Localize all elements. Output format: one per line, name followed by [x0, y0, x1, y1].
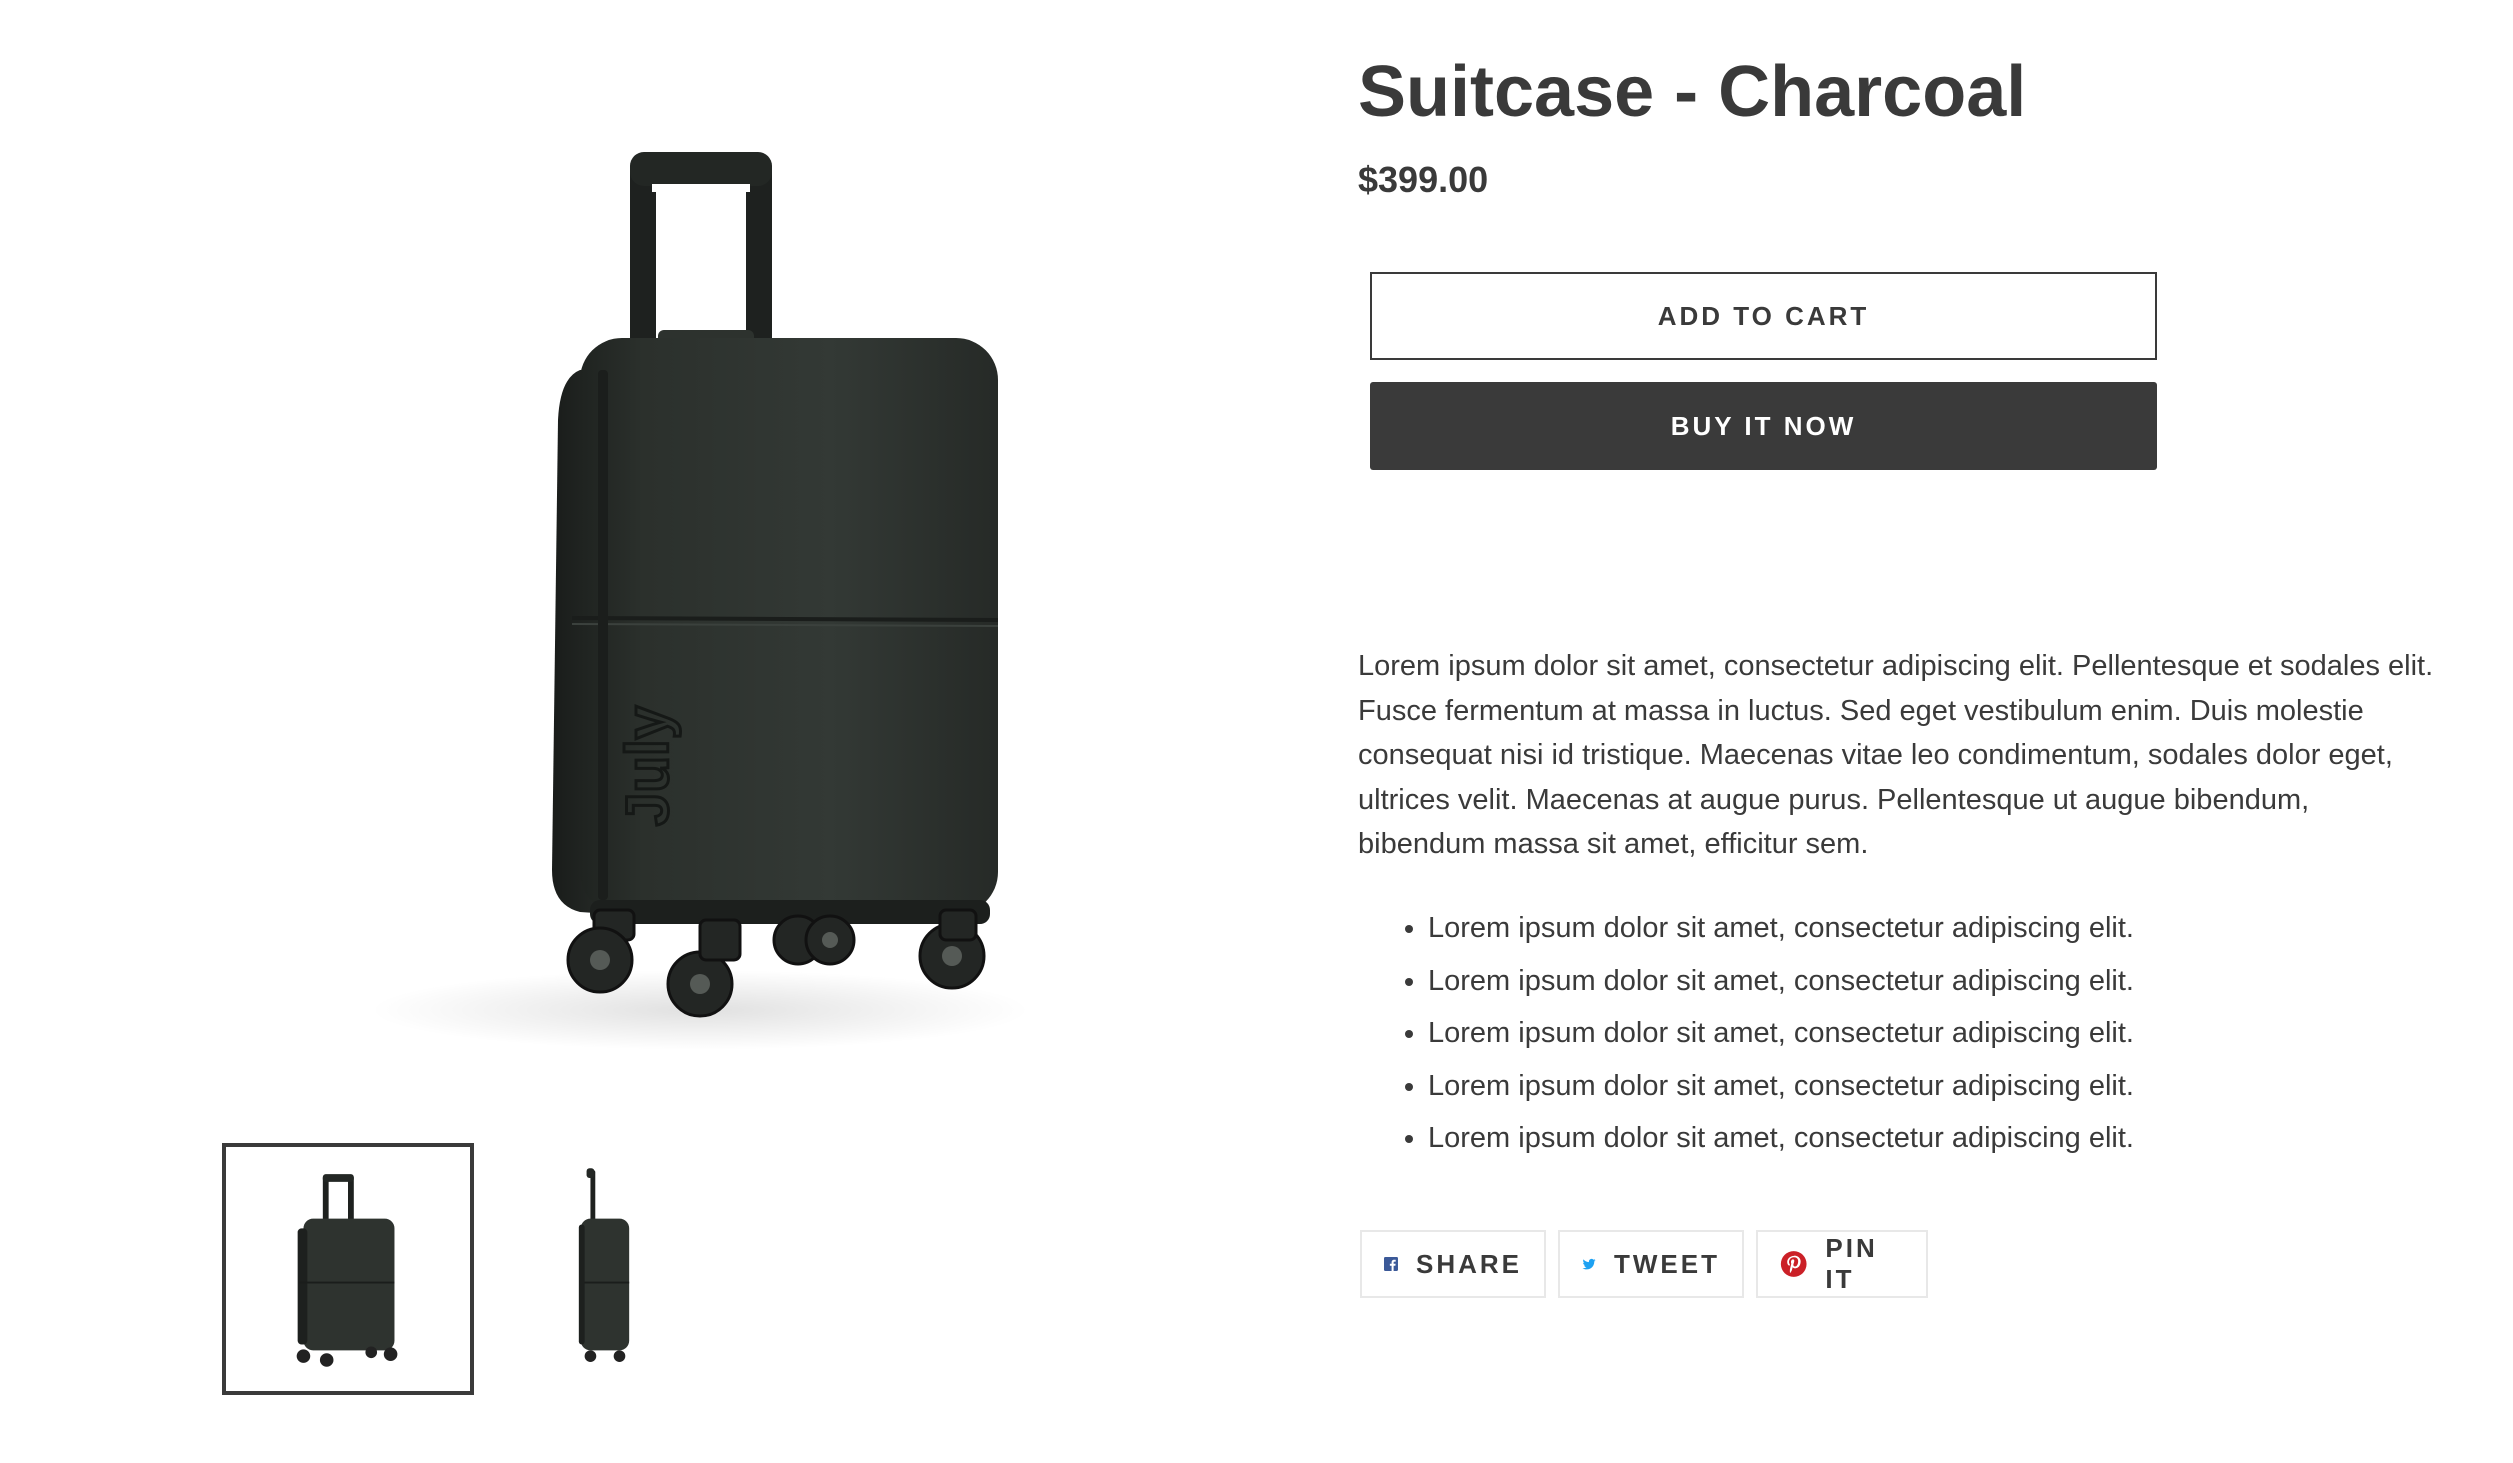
main-product-image: July: [280, 130, 1080, 1060]
list-item: Lorem ipsum dolor sit amet, consectetur …: [1428, 955, 2508, 1008]
tweet-label: TWEET: [1614, 1248, 1720, 1279]
list-item: Lorem ipsum dolor sit amet, consectetur …: [1428, 1007, 2508, 1060]
suitcase-side-thumbnail[interactable]: [478, 1143, 730, 1395]
list-item: Lorem ipsum dolor sit amet, consectetur …: [1428, 902, 2508, 955]
buy-it-now-button[interactable]: BUY IT NOW: [1370, 382, 2157, 470]
twitter-icon: [1582, 1248, 1596, 1280]
feature-list: Lorem ipsum dolor sit amet, consectetur …: [1358, 902, 2508, 1165]
pin-label: PIN IT: [1825, 1233, 1878, 1294]
pin-it-button[interactable]: PIN IT: [1756, 1230, 1928, 1298]
pinterest-icon: [1780, 1248, 1807, 1280]
list-item: Lorem ipsum dolor sit amet, consectetur …: [1428, 1060, 2508, 1113]
add-to-cart-button[interactable]: ADD TO CART: [1370, 272, 2157, 360]
suitcase-front-angle-thumbnail[interactable]: [222, 1143, 474, 1395]
share-facebook-button[interactable]: SHARE: [1360, 1230, 1546, 1298]
share-label: SHARE: [1415, 1248, 1522, 1279]
product-description: Lorem ipsum dolor sit amet, consectetur …: [1358, 650, 2434, 860]
product-price: $399.00: [1358, 159, 1489, 200]
product-gallery: July: [0, 0, 1300, 1463]
product-title: Suitcase - Charcoal: [1358, 52, 2027, 132]
suitcase-logo: July: [613, 704, 683, 828]
svg-text:July: July: [614, 705, 681, 826]
list-item: Lorem ipsum dolor sit amet, consectetur …: [1428, 1112, 2508, 1165]
facebook-icon: [1384, 1248, 1398, 1280]
tweet-button[interactable]: TWEET: [1558, 1230, 1744, 1298]
